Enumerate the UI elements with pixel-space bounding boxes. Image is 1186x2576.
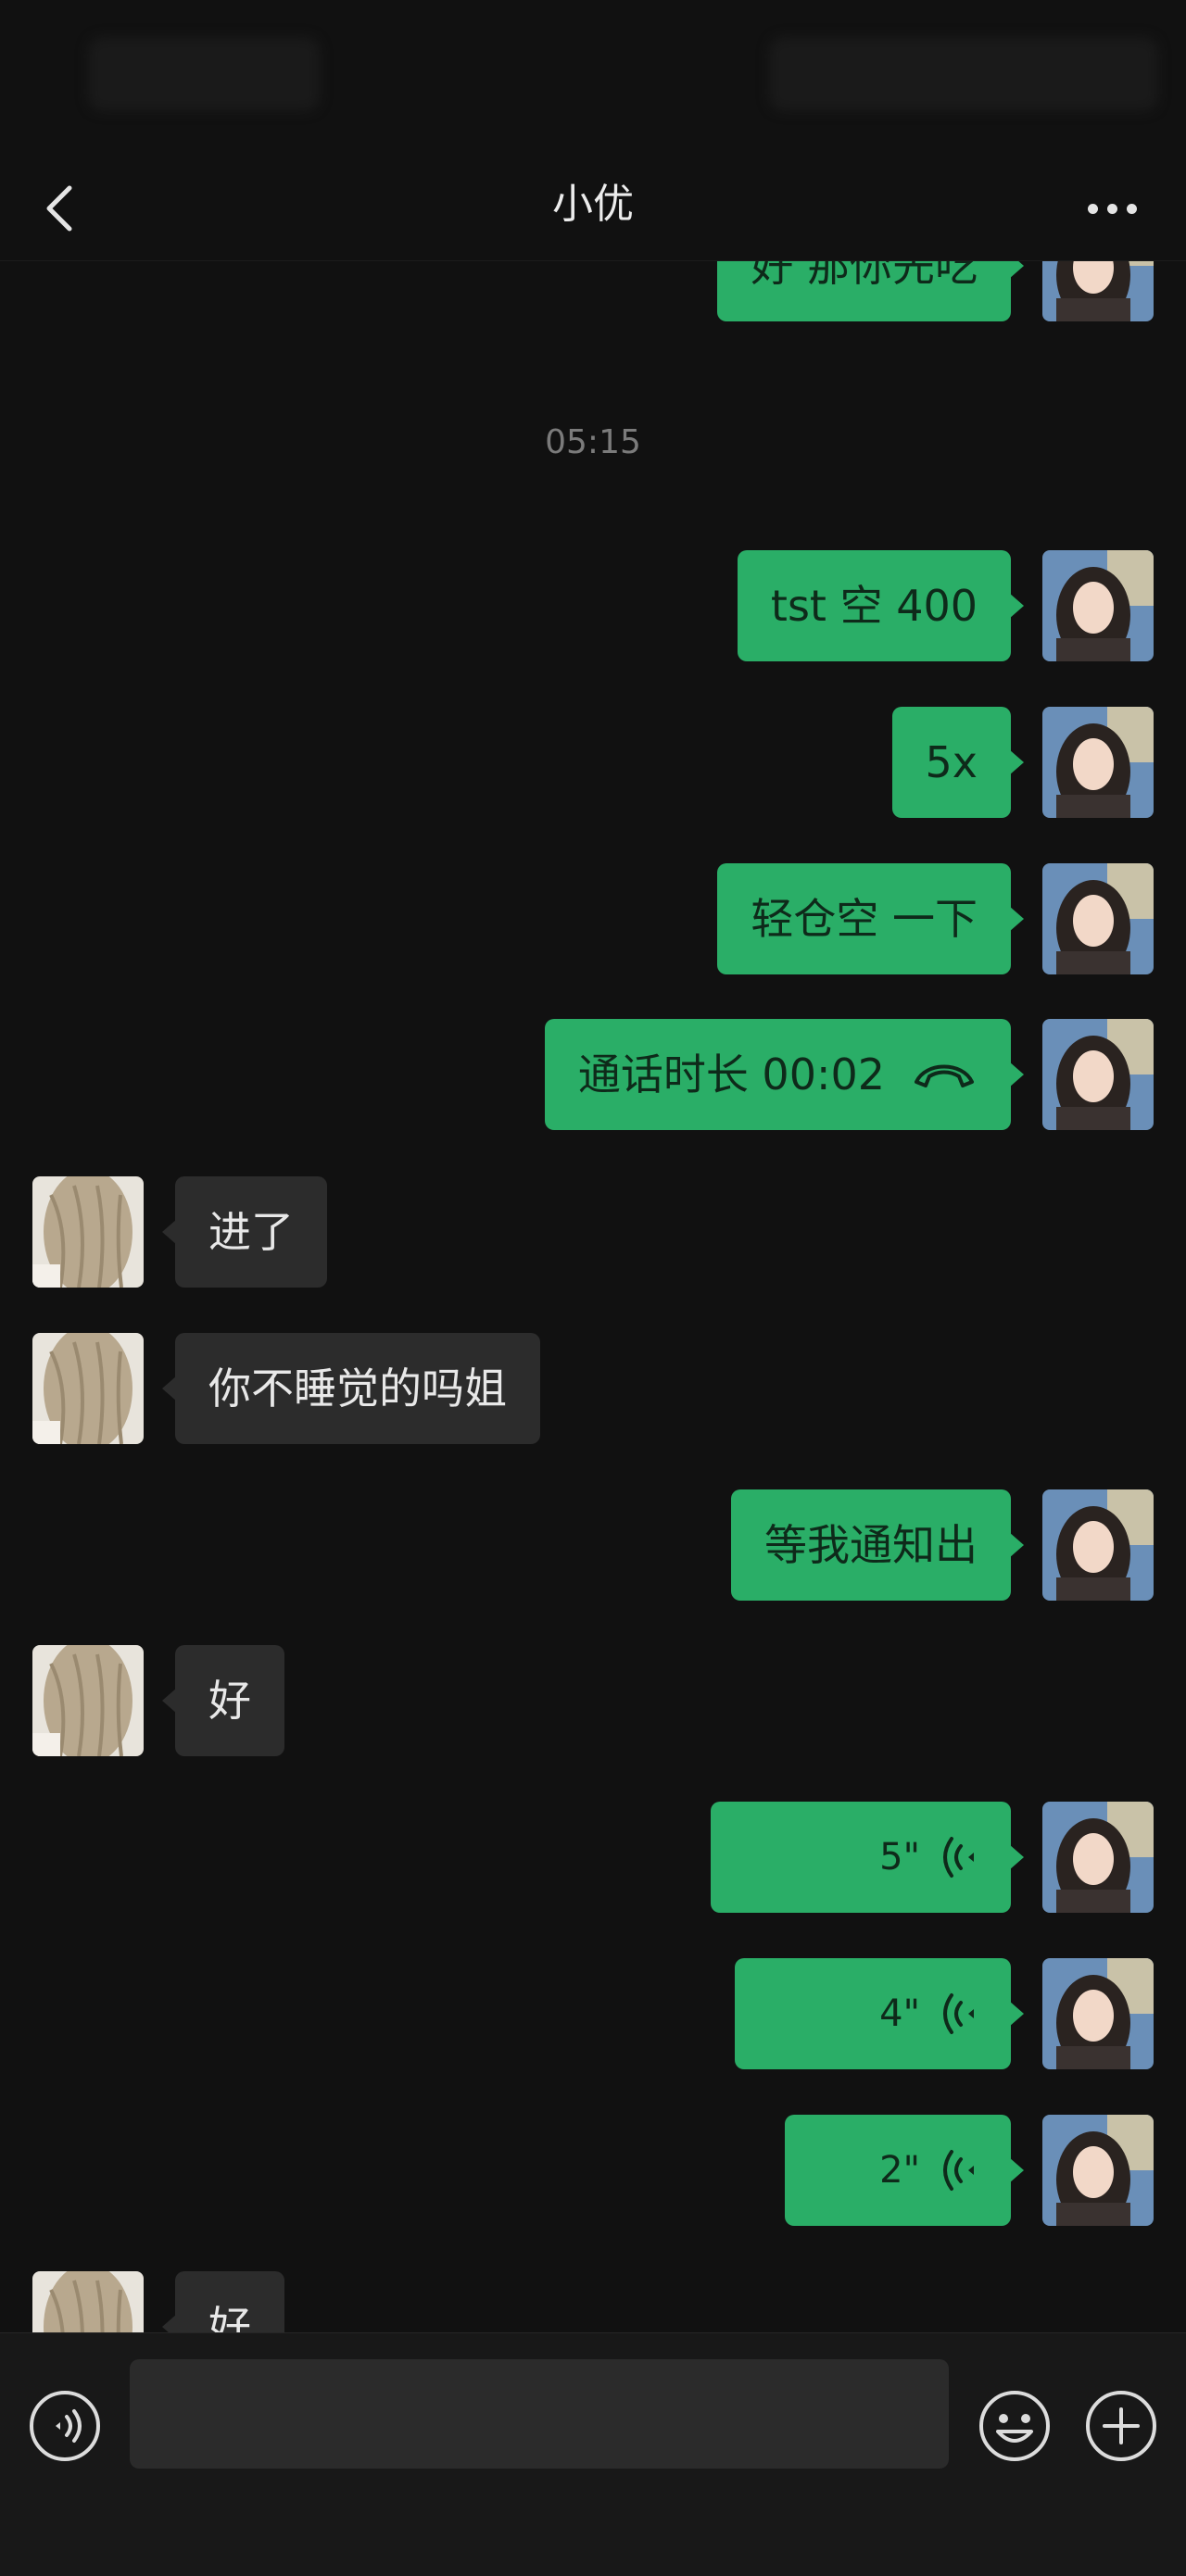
voice-toggle-icon xyxy=(30,2391,100,2461)
contact-avatar[interactable] xyxy=(32,1176,144,1288)
avatar-image xyxy=(1042,2115,1154,2226)
avatar[interactable] xyxy=(1042,863,1154,974)
avatar[interactable] xyxy=(1042,2115,1154,2226)
contact-avatar[interactable] xyxy=(32,2271,144,2332)
voice-wave-icon xyxy=(943,2150,974,2191)
message-bubble[interactable]: 好 xyxy=(162,1645,284,1756)
message-row: 好 xyxy=(0,1645,1186,1756)
message-bubble[interactable]: 5x xyxy=(891,707,1024,818)
voice-message-bubble[interactable]: 4" xyxy=(735,1958,1024,2069)
message-row: 4" xyxy=(0,1958,1186,2069)
avatar[interactable] xyxy=(1042,550,1154,661)
message-input[interactable] xyxy=(130,2359,949,2469)
voice-message-bubble[interactable]: 2" xyxy=(785,2115,1024,2226)
voice-toggle-button[interactable] xyxy=(28,2389,102,2463)
nav-bar: 小优 xyxy=(0,148,1186,261)
avatar[interactable] xyxy=(1042,707,1154,818)
more-button[interactable] xyxy=(1075,176,1149,241)
status-bar xyxy=(0,0,1186,148)
avatar-image xyxy=(1042,261,1154,321)
chat-title: 小优 xyxy=(552,181,634,228)
more-dot xyxy=(1126,203,1137,214)
message-bubble[interactable]: 好 xyxy=(162,2271,284,2332)
message-row: 进了 xyxy=(0,1176,1186,1288)
message-row: tst 空 400 xyxy=(0,550,1186,661)
more-functions-button[interactable] xyxy=(1084,2389,1158,2463)
message-row: 你不睡觉的吗姐 xyxy=(0,1333,1186,1444)
message-bubble[interactable]: 等我通知出 xyxy=(731,1489,1024,1601)
message-row: 通话时长 00:02 xyxy=(0,1019,1186,1130)
timestamp: 05:15 xyxy=(545,423,641,461)
message-row: 5" xyxy=(0,1802,1186,1913)
message-row: 等我通知出 xyxy=(0,1489,1186,1601)
message-row: 5x xyxy=(0,707,1186,818)
call-duration-text: 通话时长 00:02 xyxy=(577,1049,885,1100)
contact-avatar-image xyxy=(32,1333,144,1444)
voice-message-bubble[interactable]: 5" xyxy=(711,1802,1024,1913)
avatar-image xyxy=(1042,707,1154,818)
more-dots-icon xyxy=(1087,203,1098,214)
emoji-icon xyxy=(979,2391,1050,2461)
voice-duration: 2" xyxy=(879,2149,920,2192)
message-row: 2" xyxy=(0,2115,1186,2226)
emoji-button[interactable] xyxy=(978,2389,1052,2463)
avatar-image xyxy=(1042,1958,1154,2069)
voice-wave-icon xyxy=(943,1837,974,1878)
message-bubble[interactable]: 好 那你先吃 xyxy=(717,261,1024,321)
contact-avatar[interactable] xyxy=(32,1645,144,1756)
message-row: 轻仓空 一下 xyxy=(0,863,1186,974)
message-bubble[interactable]: tst 空 400 xyxy=(737,550,1025,661)
avatar-image xyxy=(1042,1489,1154,1601)
voice-duration: 4" xyxy=(879,1992,920,2035)
contact-avatar-image xyxy=(32,1645,144,1756)
voice-wave-icon xyxy=(943,1993,974,2034)
contact-avatar-image xyxy=(32,1176,144,1288)
avatar[interactable] xyxy=(1042,1489,1154,1601)
avatar-image xyxy=(1042,863,1154,974)
phone-hangup-icon xyxy=(915,1064,974,1087)
avatar[interactable] xyxy=(1042,261,1154,321)
message-row: 好 那你先吃 xyxy=(0,261,1186,321)
message-bubble[interactable]: 轻仓空 一下 xyxy=(717,863,1024,974)
input-bar xyxy=(0,2332,1186,2576)
call-record-bubble[interactable]: 通话时长 00:02 xyxy=(544,1019,1025,1130)
avatar-image xyxy=(1042,1802,1154,1913)
avatar-image xyxy=(1042,1019,1154,1130)
avatar-image xyxy=(1042,550,1154,661)
message-row: 好 xyxy=(0,2271,1186,2332)
voice-duration: 5" xyxy=(879,1836,920,1879)
chat-area[interactable]: 好 那你先吃 05:15 tst 空 400 5x 轻仓空 一下 通话时长 00… xyxy=(0,261,1186,2332)
avatar[interactable] xyxy=(1042,1802,1154,1913)
message-bubble[interactable]: 你不睡觉的吗姐 xyxy=(162,1333,540,1444)
status-bar-indicators-blurred xyxy=(769,37,1158,111)
message-bubble[interactable]: 进了 xyxy=(162,1176,327,1288)
avatar[interactable] xyxy=(1042,1958,1154,2069)
contact-avatar[interactable] xyxy=(32,1333,144,1444)
plus-circle-icon xyxy=(1086,2391,1156,2461)
more-dot xyxy=(1106,203,1117,214)
avatar[interactable] xyxy=(1042,1019,1154,1130)
status-bar-time-blurred xyxy=(88,37,320,111)
contact-avatar-image xyxy=(32,2271,144,2332)
